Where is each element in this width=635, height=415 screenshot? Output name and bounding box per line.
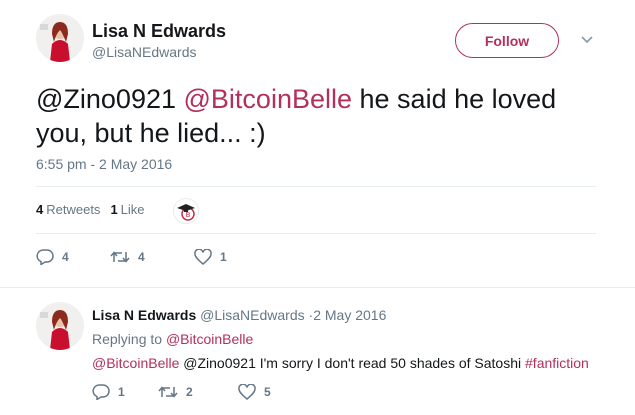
retweet-count: 2 <box>186 385 193 399</box>
author-avatar[interactable] <box>36 14 84 62</box>
tweet-timestamp[interactable]: 6:55 pm - 2 May 2016 <box>36 156 172 172</box>
reply-tweet[interactable]: Lisa N Edwards @LisaNEdwards ·2 May 2016… <box>0 288 635 415</box>
svg-text:B: B <box>186 211 191 219</box>
retweet-action[interactable]: 2 <box>158 384 238 400</box>
replying-prefix: Replying to <box>92 331 163 347</box>
like-action[interactable]: 1 <box>194 249 227 265</box>
mention-link[interactable]: @Zino0921 <box>36 84 176 114</box>
reply-action[interactable]: 4 <box>36 249 110 265</box>
reply-count: 4 <box>62 250 69 264</box>
reply-author-name[interactable]: Lisa N Edwards <box>92 307 196 323</box>
like-action[interactable]: 5 <box>238 384 271 400</box>
reply-date[interactable]: ·2 May 2016 <box>309 307 387 323</box>
likes-label: Like <box>120 202 145 217</box>
retweets-stat[interactable]: 4 Retweets <box>36 202 100 217</box>
tweet-text: @Zino0921 @BitcoinBelle he said he loved… <box>36 82 596 150</box>
reply-author-avatar[interactable] <box>36 302 84 350</box>
heart-icon <box>194 249 212 265</box>
reply-count: 1 <box>118 385 125 399</box>
heart-icon <box>238 384 256 400</box>
reply-icon <box>36 249 54 265</box>
chevron-down-icon[interactable] <box>580 32 594 46</box>
mention-link[interactable]: @BitcoinBelle <box>184 84 353 114</box>
author-name[interactable]: Lisa N Edwards <box>92 21 226 42</box>
tweet-stats: 4 Retweets 1 Like <box>36 202 145 217</box>
retweets-count: 4 <box>36 202 44 217</box>
retweet-action[interactable]: 4 <box>110 249 194 265</box>
reply-icon <box>92 384 110 400</box>
reply-text: @BitcoinBelle @Zino0921 I'm sorry I don'… <box>92 355 589 371</box>
liker-avatar[interactable]: B <box>173 198 199 224</box>
reply-actions: 1 2 5 <box>92 384 271 400</box>
divider <box>36 233 596 234</box>
replying-to-link[interactable]: @BitcoinBelle <box>166 331 253 347</box>
reply-author-handle[interactable]: @LisaNEdwards <box>200 307 304 323</box>
retweet-count: 4 <box>138 250 145 264</box>
mention-link[interactable]: @BitcoinBelle <box>92 355 179 371</box>
author-handle[interactable]: @LisaNEdwards <box>92 44 196 60</box>
like-count: 5 <box>264 385 271 399</box>
divider <box>36 186 596 187</box>
replying-to: Replying to @BitcoinBelle <box>92 331 253 347</box>
retweet-icon <box>158 386 178 398</box>
retweet-icon <box>110 251 130 263</box>
reply-action[interactable]: 1 <box>92 384 158 400</box>
reply-header: Lisa N Edwards @LisaNEdwards ·2 May 2016 <box>92 307 386 323</box>
main-actions: 4 4 1 <box>36 249 227 265</box>
retweets-label: Retweets <box>46 202 101 217</box>
main-tweet: Lisa N Edwards @LisaNEdwards Follow @Zin… <box>0 0 635 287</box>
like-count: 1 <box>220 250 227 264</box>
follow-button[interactable]: Follow <box>455 23 559 58</box>
likes-stat[interactable]: 1 Like <box>110 202 144 217</box>
likes-count: 1 <box>110 202 118 217</box>
hashtag-link[interactable]: #fanfiction <box>525 355 589 371</box>
reply-body: @Zino0921 I'm sorry I don't read 50 shad… <box>179 355 526 371</box>
